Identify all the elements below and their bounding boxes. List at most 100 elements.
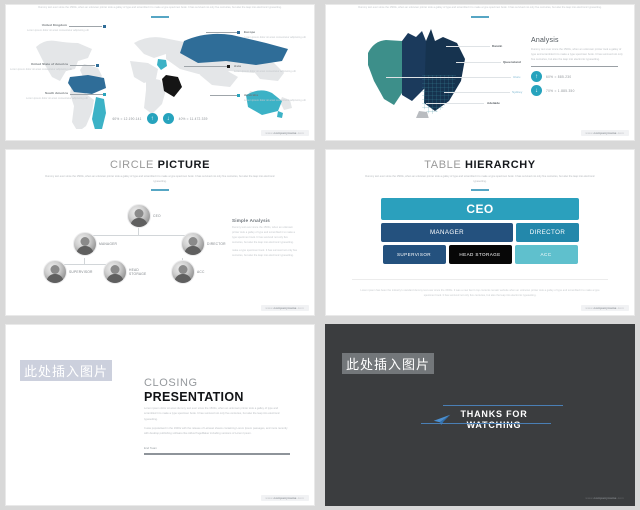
arrow-down-icon[interactable]: ↓	[531, 85, 542, 97]
hierarchy-box-head-storage[interactable]: HEAD STORAGE	[448, 245, 512, 264]
map-marker-usa[interactable]	[96, 64, 99, 67]
org-node-manager[interactable]: MANAGER	[73, 232, 117, 256]
analysis-panel: Analysis Dummy text ever since the 1500s…	[531, 37, 626, 97]
analysis-stat-value: 60% = 885.230	[546, 74, 572, 79]
map-label-asia: Asia Lorem ipsum dolor sit amet consecte…	[234, 64, 296, 74]
analysis-stat-row-1: ↑ 60% = 885.230	[531, 71, 626, 83]
map-leader-line-sa	[70, 94, 103, 95]
map-label-europe: Europe Lorem ipsum dolor sit amet consec…	[244, 30, 306, 40]
map-label-text: Australia	[244, 93, 259, 97]
watermark-suffix: .com	[616, 306, 624, 310]
map-marker-europe[interactable]	[237, 31, 240, 34]
australia-leader-adelaide	[426, 103, 484, 104]
watermark-name: companyname	[593, 306, 617, 310]
hierarchy-box-acc[interactable]: ACC	[514, 245, 578, 264]
closing-divider	[144, 453, 290, 455]
watermark-suffix: .com	[616, 496, 624, 500]
simple-analysis-p1: Dummy text ever since the 1500s, when an…	[232, 226, 296, 244]
australia-label-darwin: Darwin	[492, 44, 503, 48]
australia-label-queensland: Queensland	[503, 60, 521, 64]
stat-value-up: 60% = 12.190.141	[112, 116, 142, 121]
watermark: www.companyname.com	[580, 130, 629, 136]
slide4-accent-rule	[471, 189, 489, 192]
map-leader-line-usa	[70, 65, 95, 66]
map-marker-australia[interactable]	[237, 94, 240, 97]
analysis-heading: Analysis	[531, 37, 559, 44]
map-label-united-kingdom: United Kingdom Lorem ipsum dolor sit ame…	[27, 23, 89, 33]
org-node-supervisor[interactable]: SUPERVISOR	[43, 260, 93, 284]
closing-paragraph-1: Lorem ipsum dolor sit amet dummy text ev…	[144, 407, 280, 421]
simple-analysis-p2: make a type specimen book. It has surviv…	[232, 248, 298, 257]
analysis-body: Dummy text ever since the 1500s, when an…	[531, 48, 623, 61]
watermark: www.companyname.com	[581, 495, 630, 501]
australia-label-sydney: Sydney	[512, 90, 523, 94]
map-label-text: United State of America	[30, 62, 68, 66]
slide-table-hierarchy[interactable]: TABLE HIERARCHY Dummy text ever since th…	[325, 149, 635, 316]
map-label-desc: Lorem ipsum dolor sit amet consectetur a…	[10, 67, 72, 71]
hierarchy-box-ceo[interactable]: CEO	[381, 198, 579, 220]
avatar	[171, 260, 195, 284]
analysis-stat-value: 70% = 1.885.350	[546, 88, 575, 93]
simple-analysis-panel: Simple Analysis Dummy text ever since th…	[232, 218, 298, 259]
slide-thanks-for-watching[interactable]: 此处插入图片 THANKS FOR WATCHING www.companyna…	[325, 324, 635, 506]
avatar	[103, 260, 127, 284]
image-placeholder[interactable]: 此处插入图片	[20, 360, 112, 381]
hierarchy-box-manager[interactable]: MANAGER	[381, 223, 513, 242]
watermark: www.companyname.com	[580, 305, 629, 311]
org-node-head-storage[interactable]: HEAD STORAGE	[103, 260, 155, 284]
map-label-australia: Australia Lorem ipsum dolor sit amet con…	[244, 93, 306, 103]
org-node-label: DIRECTOR	[207, 241, 226, 246]
slide-cell-closing[interactable]: 此处插入图片 CLOSING PRESENTATION Lorem ipsum …	[0, 320, 320, 510]
simple-analysis-heading: Simple Analysis	[232, 218, 271, 223]
slide-cell-circle-picture[interactable]: CIRCLE PICTURE Dummy text ever since the…	[0, 145, 320, 320]
map-marker-united-kingdom[interactable]	[103, 25, 106, 28]
thanks-block: THANKS FOR WATCHING	[326, 405, 634, 432]
slide-australia-map[interactable]: Dummy text ever since the 1500s, when an…	[325, 4, 635, 141]
map-leader-line-europe	[206, 32, 237, 33]
slide-cell-table-hierarchy[interactable]: TABLE HIERARCHY Dummy text ever since th…	[320, 145, 640, 320]
australia-leader-sydney	[444, 92, 510, 93]
hierarchy-box-supervisor[interactable]: SUPERVISOR	[382, 245, 446, 264]
australia-map-svg	[368, 29, 465, 118]
org-node-ceo[interactable]: CEO	[127, 204, 161, 228]
hierarchy-footer-divider	[352, 278, 608, 279]
thanks-line-1: THANKS FOR	[460, 409, 528, 419]
closing-title-bold: PRESENTATION	[144, 389, 244, 404]
slide-cell-australia[interactable]: Dummy text ever since the 1500s, when an…	[320, 0, 640, 145]
arrow-up-icon[interactable]: ↑	[146, 113, 158, 124]
org-node-acc[interactable]: ACC	[171, 260, 205, 284]
map-label-text: South America	[44, 91, 68, 95]
hierarchy-row-3: SUPERVISOR HEAD STORAGE ACC	[382, 245, 578, 264]
title-bold: HIERARCHY	[464, 159, 536, 171]
title-light: TABLE	[424, 159, 462, 171]
map-label-text: United Kingdom	[41, 23, 67, 27]
hierarchy-box-director[interactable]: DIRECTOR	[516, 223, 579, 242]
org-node-label: HEAD STORAGE	[129, 267, 147, 276]
slide4-subtitle: Dummy text ever since the 1500s, when an…	[365, 175, 595, 183]
australia-label-adelaide: Adelaide	[487, 101, 500, 105]
slide-world-map[interactable]: Dummy text ever since the 1500s, when an…	[5, 4, 315, 141]
slide-cell-world-map[interactable]: Dummy text ever since the 1500s, when an…	[0, 0, 320, 145]
image-placeholder[interactable]: 此处插入图片	[342, 353, 434, 374]
australia-leader-darwin	[446, 46, 490, 47]
slide2-accent-rule	[471, 16, 489, 18]
org-node-director[interactable]: DIRECTOR	[181, 232, 226, 256]
hierarchy-footer-text: Lorem ipsum has been the industry's stan…	[360, 289, 600, 298]
avatar	[181, 232, 205, 256]
map-marker-south-america[interactable]	[103, 93, 106, 96]
slide-cell-thanks[interactable]: 此处插入图片 THANKS FOR WATCHING www.companyna…	[320, 320, 640, 510]
slide-closing-presentation[interactable]: 此处插入图片 CLOSING PRESENTATION Lorem ipsum …	[5, 324, 315, 506]
watermark-suffix: .com	[616, 131, 624, 135]
map-marker-asia[interactable]	[227, 65, 230, 68]
arrow-down-icon[interactable]: ↓	[162, 113, 174, 124]
arrow-up-icon[interactable]: ↑	[531, 71, 542, 83]
hierarchy-row-1: CEO	[381, 198, 579, 220]
avatar	[43, 260, 67, 284]
slide-circle-picture[interactable]: CIRCLE PICTURE Dummy text ever since the…	[5, 149, 315, 316]
australia-leader-queensland	[456, 62, 501, 63]
slide-deck-grid: Dummy text ever since the 1500s, when an…	[0, 0, 640, 510]
map-label-text: Asia	[234, 64, 241, 68]
org-node-label: SUPERVISOR	[69, 269, 93, 274]
map-label-text: Europe	[244, 30, 256, 34]
stat-value-down: 40% = 11.472.339	[178, 116, 208, 121]
